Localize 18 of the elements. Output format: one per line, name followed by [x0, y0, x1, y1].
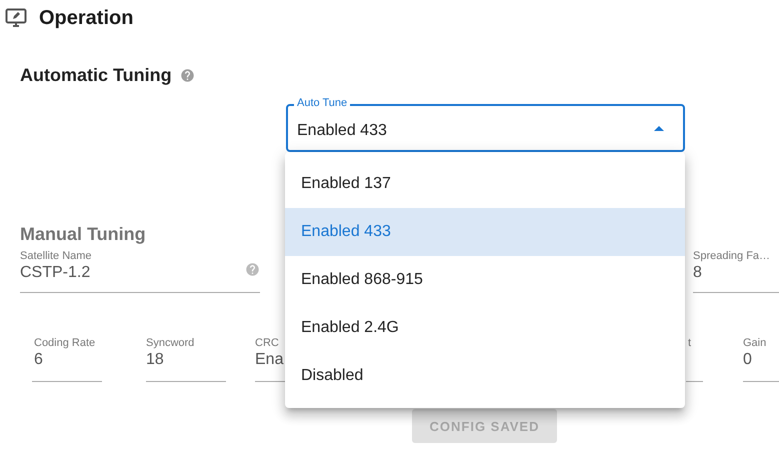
- menu-option[interactable]: Enabled 2.4G: [285, 304, 685, 352]
- help-icon[interactable]: [180, 68, 195, 83]
- monitor-icon: [5, 8, 27, 28]
- text-field[interactable]: Coding Rate 6: [32, 337, 102, 382]
- text-field[interactable]: Spreading Fa… 8: [693, 250, 779, 293]
- section-title: Automatic Tuning: [20, 65, 172, 86]
- menu-option[interactable]: Enabled 868-915: [285, 256, 685, 304]
- page-title: Operation: [39, 6, 134, 30]
- help-icon[interactable]: [245, 262, 260, 277]
- menu-option[interactable]: Disabled: [285, 352, 685, 400]
- menu-option[interactable]: Enabled 137: [285, 160, 685, 208]
- text-field[interactable]: t: [686, 337, 703, 382]
- text-field[interactable]: Gain 0: [743, 337, 779, 382]
- text-field[interactable]: Syncword 18: [146, 337, 226, 382]
- menu-option[interactable]: Enabled 433: [285, 208, 685, 256]
- text-field[interactable]: Satellite Name CSTP-1.2: [20, 250, 260, 293]
- section-title: Manual Tuning: [20, 224, 146, 245]
- caret-icon: [654, 126, 664, 131]
